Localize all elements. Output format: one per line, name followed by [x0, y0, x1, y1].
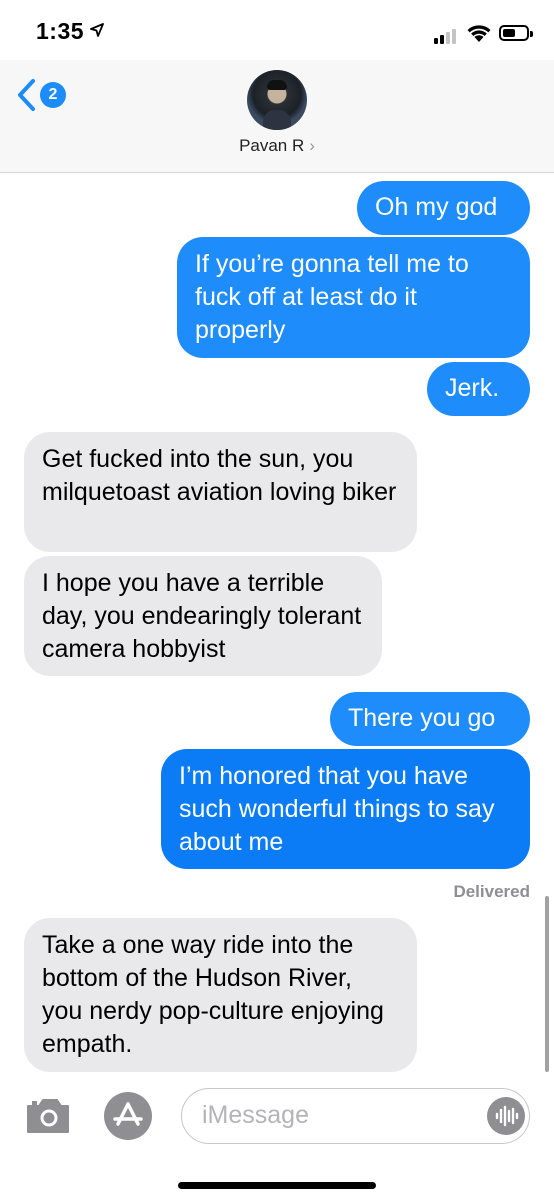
- battery-icon: [499, 25, 533, 41]
- sent-message-bubble[interactable]: If you’re gonna tell me to fuck off at l…: [177, 237, 530, 358]
- contact-name-text: Pavan R: [239, 136, 305, 155]
- audio-message-button[interactable]: [487, 1097, 525, 1135]
- cellular-signal-icon: [434, 28, 460, 44]
- back-button[interactable]: 2: [16, 78, 76, 118]
- scroll-indicator[interactable]: [545, 896, 549, 1072]
- app-store-icon: [113, 1102, 143, 1126]
- received-message-bubble[interactable]: Take a one way ride into the bottom of t…: [24, 918, 417, 1072]
- received-message-bubble[interactable]: I hope you have a terrible day, you ende…: [24, 556, 382, 676]
- received-message-bubble[interactable]: Get fucked into the sun, you milquetoast…: [24, 432, 417, 552]
- sent-message-bubble[interactable]: Jerk.: [427, 362, 530, 416]
- clock-text: 1:35: [36, 18, 85, 44]
- message-text: Jerk.: [445, 374, 500, 402]
- delivered-status: Delivered: [453, 882, 530, 901]
- message-text: Get fucked into the sun, you milquetoast…: [42, 445, 397, 506]
- message-text: There you go: [348, 704, 496, 732]
- chevron-right-icon: ›: [309, 136, 315, 155]
- message-text: Take a one way ride into the bottom of t…: [42, 931, 384, 1058]
- chevron-left-icon: [18, 79, 35, 111]
- wifi-icon: [466, 23, 492, 43]
- message-text: I hope you have a terrible day, you ende…: [42, 569, 362, 663]
- home-indicator[interactable]: [178, 1182, 376, 1189]
- unread-count-badge: 2: [40, 82, 66, 108]
- sent-message-bubble[interactable]: I’m honored that you have such wonderful…: [161, 749, 530, 869]
- message-input-placeholder: iMessage: [202, 1101, 309, 1129]
- location-arrow-icon: [90, 23, 104, 42]
- sent-message-bubble[interactable]: There you go: [330, 692, 530, 746]
- message-text: Oh my god: [375, 193, 498, 221]
- message-input[interactable]: iMessage: [181, 1088, 530, 1144]
- camera-icon: [27, 1099, 69, 1133]
- status-bar: 1:35: [0, 0, 554, 60]
- message-text: I’m honored that you have such wonderful…: [179, 762, 495, 856]
- message-text: If you’re gonna tell me to fuck off at l…: [195, 250, 469, 344]
- message-composer: iMessage: [0, 1080, 554, 1200]
- app-store-button[interactable]: [104, 1092, 152, 1140]
- contact-name[interactable]: Pavan R ›: [0, 136, 554, 156]
- contact-avatar[interactable]: [247, 70, 307, 130]
- audio-waveform-icon: [495, 1105, 519, 1127]
- status-time: 1:35: [36, 18, 104, 45]
- sent-message-bubble[interactable]: Oh my god: [357, 181, 530, 235]
- conversation-header: 2 Pavan R ›: [0, 60, 554, 173]
- camera-button[interactable]: [24, 1096, 72, 1136]
